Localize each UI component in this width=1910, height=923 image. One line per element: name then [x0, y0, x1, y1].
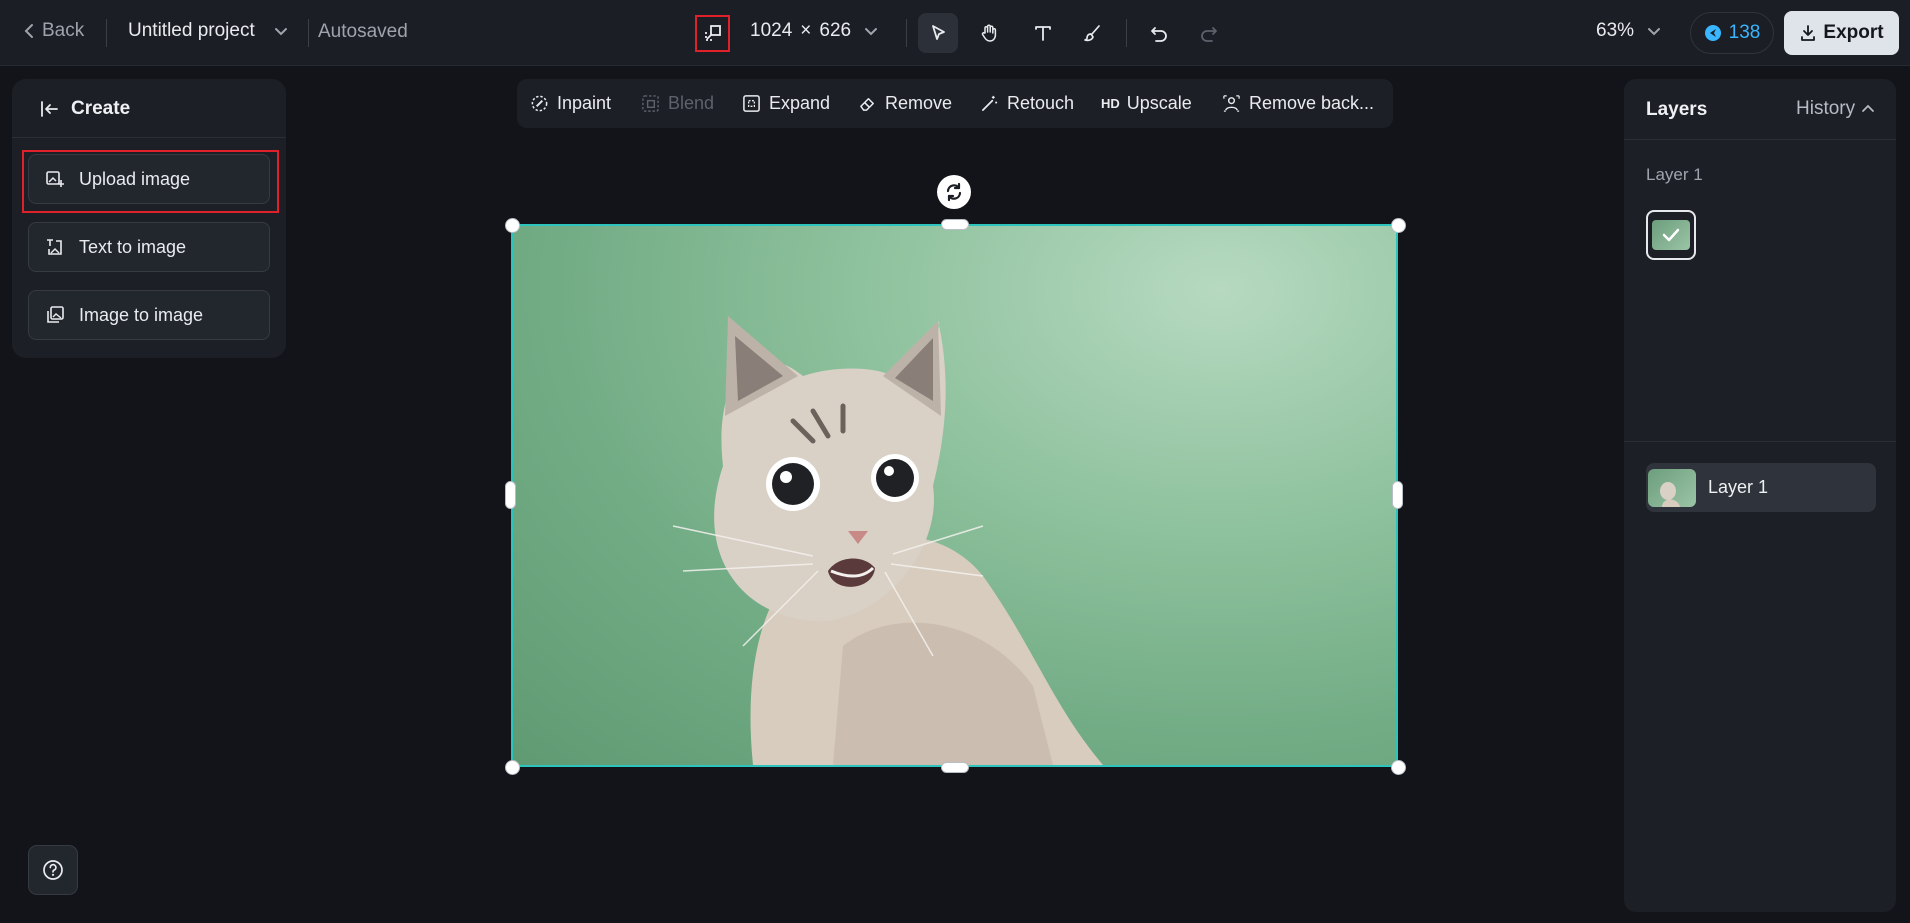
history-section-label: Layer 1: [1646, 165, 1703, 184]
expand-icon: [743, 95, 760, 112]
remove-background-button[interactable]: Remove back...: [1222, 79, 1374, 128]
history-thumbnail: [1652, 220, 1690, 250]
inpaint-button[interactable]: Inpaint: [530, 79, 611, 128]
expand-button[interactable]: Expand: [742, 79, 830, 128]
resize-handle-bottom[interactable]: [941, 762, 969, 773]
highlight-box: [22, 150, 279, 213]
highlight-box: [695, 15, 730, 52]
inpaint-icon: [531, 95, 548, 112]
hand-icon: [981, 24, 997, 42]
layers-panel: Layers History Layer 1 Layer 1: [1624, 79, 1896, 912]
expand-label: Expand: [769, 93, 831, 113]
chevron-down-icon: [274, 28, 287, 36]
resize-handle-top-left[interactable]: [505, 218, 520, 233]
redo-icon: [1201, 27, 1217, 42]
resize-handle-right[interactable]: [1392, 481, 1403, 509]
resize-handle-top-right[interactable]: [1391, 218, 1406, 233]
magic-wand-icon: [981, 95, 998, 112]
divider: [1624, 441, 1896, 442]
text-to-image-button[interactable]: Text to image: [28, 222, 270, 272]
resize-handle-bottom-left[interactable]: [505, 760, 520, 775]
credits-badge[interactable]: 138: [1690, 12, 1774, 54]
chevron-left-icon: [24, 24, 33, 38]
back-button[interactable]: Back: [22, 20, 84, 42]
select-tool-button[interactable]: [918, 13, 958, 53]
divider: [1624, 139, 1896, 140]
upscale-label: Upscale: [1126, 93, 1192, 113]
layer-item[interactable]: Layer 1: [1646, 463, 1876, 512]
cat-photo: [672, 316, 1103, 765]
hand-tool-button[interactable]: [969, 13, 1009, 53]
edit-toolbar: Inpaint Blend Expand Remove Retouch HD U…: [517, 79, 1393, 128]
text-tool-button[interactable]: [1023, 13, 1063, 53]
zoom-level: 63%: [1596, 20, 1635, 41]
blend-label: Blend: [668, 93, 715, 113]
remove-background-label: Remove back...: [1249, 93, 1375, 113]
canvas-size-dropdown[interactable]: 1024 × 626: [750, 20, 879, 42]
retouch-label: Retouch: [1007, 93, 1075, 113]
create-title: Create: [71, 98, 131, 119]
back-label: Back: [42, 20, 85, 41]
collapse-left-icon: [41, 101, 58, 117]
canvas-size-times: ×: [800, 20, 812, 41]
save-status: Autosaved: [318, 21, 408, 42]
resize-handle-left[interactable]: [505, 481, 516, 509]
chevron-up-icon: [1862, 104, 1875, 112]
create-panel: Create Upload image Text to image Image …: [12, 79, 286, 358]
remove-background-icon: [1223, 95, 1240, 112]
text-to-image-icon: [47, 239, 62, 255]
retouch-button[interactable]: Retouch: [980, 79, 1074, 128]
undo-icon: [1151, 27, 1167, 42]
chevron-down-icon: [1648, 28, 1661, 36]
top-bar: Back Untitled project Autosaved 1024 × 6…: [0, 0, 1910, 66]
project-name: Untitled project: [128, 20, 255, 41]
canvas-image[interactable]: [511, 224, 1398, 767]
chevron-down-icon: [865, 28, 878, 36]
blend-button[interactable]: Blend: [641, 79, 714, 128]
redo-button[interactable]: [1189, 13, 1229, 53]
checkmark-icon: [1662, 228, 1680, 242]
help-button[interactable]: [28, 845, 78, 895]
question-mark-icon: [43, 860, 63, 880]
credits-count: 138: [1728, 22, 1761, 43]
rotate-icon: [946, 182, 962, 202]
export-label: Export: [1823, 22, 1884, 43]
image-to-image-icon: [47, 306, 64, 323]
remove-label: Remove: [885, 93, 953, 113]
create-header[interactable]: Create: [12, 79, 286, 138]
text-to-image-label: Text to image: [79, 236, 187, 257]
history-label: History: [1796, 98, 1856, 119]
rotate-handle[interactable]: [937, 175, 971, 209]
brush-icon: [1084, 25, 1100, 42]
history-snapshot[interactable]: [1646, 210, 1696, 260]
image-to-image-label: Image to image: [79, 304, 204, 325]
hd-icon: HD: [1101, 96, 1120, 111]
image-to-image-button[interactable]: Image to image: [28, 290, 270, 340]
zoom-dropdown[interactable]: 63%: [1596, 20, 1662, 42]
undo-button[interactable]: [1139, 13, 1179, 53]
text-icon: [1035, 26, 1051, 41]
project-name-dropdown[interactable]: Untitled project: [128, 20, 289, 42]
credits-coin-icon: [1704, 25, 1721, 41]
layer-thumbnail: [1648, 468, 1696, 507]
tab-history[interactable]: History: [1796, 98, 1875, 120]
canvas-width: 1024: [750, 20, 793, 41]
resize-handle-top[interactable]: [941, 219, 969, 230]
layer-name: Layer 1: [1708, 477, 1769, 497]
export-button[interactable]: Export: [1784, 11, 1899, 55]
tab-layers[interactable]: Layers: [1646, 99, 1707, 121]
resize-handle-bottom-right[interactable]: [1391, 760, 1406, 775]
upscale-button[interactable]: HD Upscale: [1101, 79, 1192, 128]
remove-button[interactable]: Remove: [858, 79, 952, 128]
brush-tool-button[interactable]: [1073, 13, 1113, 53]
eraser-icon: [860, 97, 874, 111]
canvas-height: 626: [819, 20, 852, 41]
download-icon: [1801, 25, 1816, 41]
blend-icon: [642, 95, 659, 112]
inpaint-label: Inpaint: [557, 93, 612, 113]
cat-thumbnail: [1660, 481, 1680, 507]
cursor-arrow-icon: [932, 25, 945, 40]
